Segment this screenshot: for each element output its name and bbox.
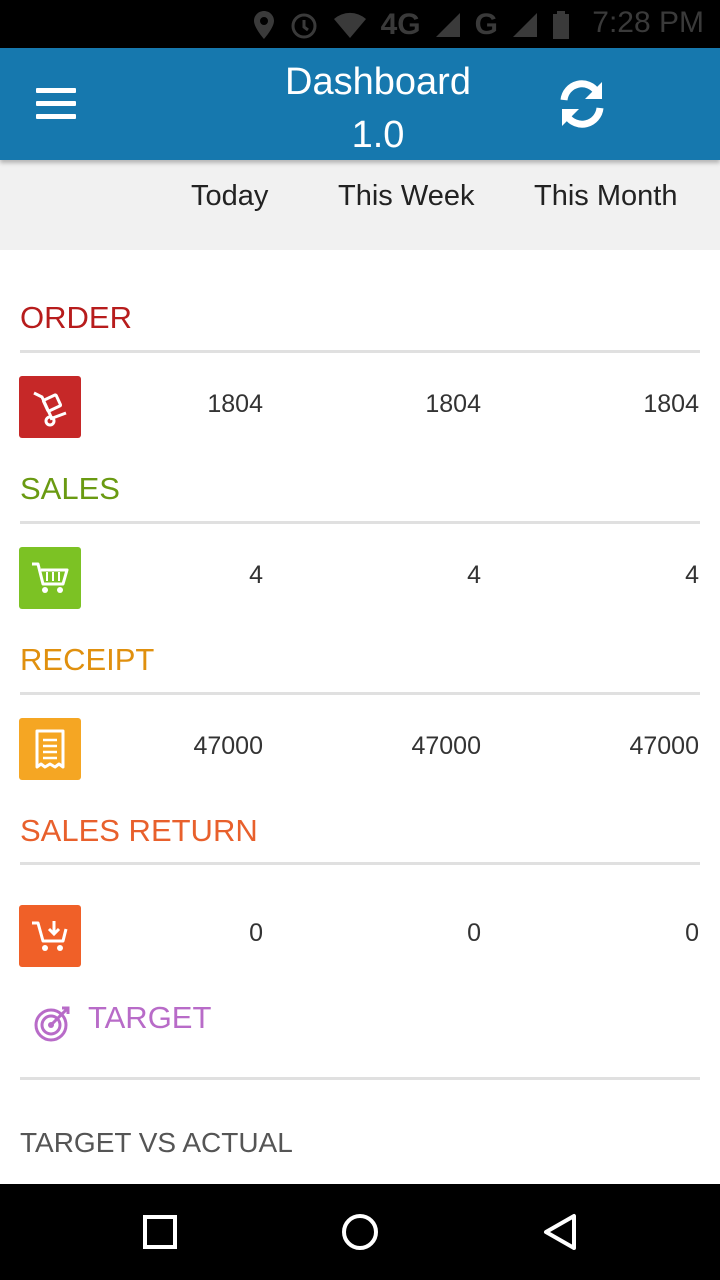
- page-title: Dashboard 1.0: [230, 56, 526, 162]
- back-triangle-icon[interactable]: [540, 1212, 580, 1252]
- sales-return-today-value: 0: [249, 919, 263, 947]
- order-month-value: 1804: [643, 390, 699, 418]
- sales-return-section-title: SALES RETURN: [20, 813, 258, 848]
- system-nav-bar: [0, 1184, 720, 1280]
- trolley-icon: [19, 376, 81, 438]
- order-section-title: ORDER: [20, 300, 132, 335]
- home-circle-icon[interactable]: [340, 1212, 380, 1252]
- receipt-week-value: 47000: [411, 732, 481, 760]
- sales-divider: [20, 521, 700, 524]
- order-today-value: 1804: [207, 390, 263, 418]
- cart-return-icon: [19, 905, 81, 967]
- receipt-today-value: 47000: [193, 732, 263, 760]
- status-bar: 4G G 7:28 PM: [0, 0, 720, 48]
- receipt-divider: [20, 692, 700, 695]
- receipt-month-value: 47000: [629, 732, 699, 760]
- title-line-1: Dashboard: [285, 61, 471, 103]
- refresh-icon[interactable]: [556, 78, 608, 130]
- order-week-value: 1804: [425, 390, 481, 418]
- sales-week-value: 4: [467, 561, 481, 589]
- app-screen: 4G G 7:28 PM Dashboard 1.0 Today This We…: [0, 0, 720, 1280]
- order-divider: [20, 350, 700, 353]
- status-icons: 4G G: [253, 8, 570, 42]
- signal-icon: [435, 13, 460, 37]
- network-type-label: 4G: [380, 8, 421, 41]
- receipt-icon: [19, 718, 81, 780]
- sales-section-title: SALES: [20, 471, 120, 506]
- shopping-cart-icon: [19, 547, 81, 609]
- target-section-title: TARGET: [88, 1000, 212, 1035]
- period-header: Today This Week This Month: [0, 160, 720, 250]
- alarm-icon: [291, 13, 317, 39]
- sales-today-value: 4: [249, 561, 263, 589]
- signal-icon-2: [513, 13, 537, 37]
- wifi-icon: [333, 12, 366, 39]
- sales-month-value: 4: [685, 561, 699, 589]
- hamburger-menu-icon[interactable]: [36, 88, 76, 122]
- receipt-section-title: RECEIPT: [20, 642, 155, 677]
- tab-today[interactable]: Today: [191, 180, 268, 213]
- sales-return-month-value: 0: [685, 919, 699, 947]
- clock: 7:28 PM: [592, 6, 704, 39]
- tab-this-week[interactable]: This Week: [338, 180, 474, 213]
- recents-square-icon[interactable]: [140, 1212, 180, 1252]
- target-icon: [34, 1006, 70, 1042]
- sales-return-divider: [20, 862, 700, 865]
- target-divider: [20, 1077, 700, 1080]
- app-bar: Dashboard 1.0: [0, 48, 720, 160]
- sales-return-week-value: 0: [467, 919, 481, 947]
- location-icon: [253, 11, 274, 39]
- target-vs-actual-title: TARGET VS ACTUAL: [20, 1127, 293, 1158]
- battery-icon: [553, 11, 569, 39]
- network-type-label-2: G: [474, 8, 498, 41]
- tab-this-month[interactable]: This Month: [534, 180, 677, 213]
- title-line-2: 1.0: [351, 114, 405, 156]
